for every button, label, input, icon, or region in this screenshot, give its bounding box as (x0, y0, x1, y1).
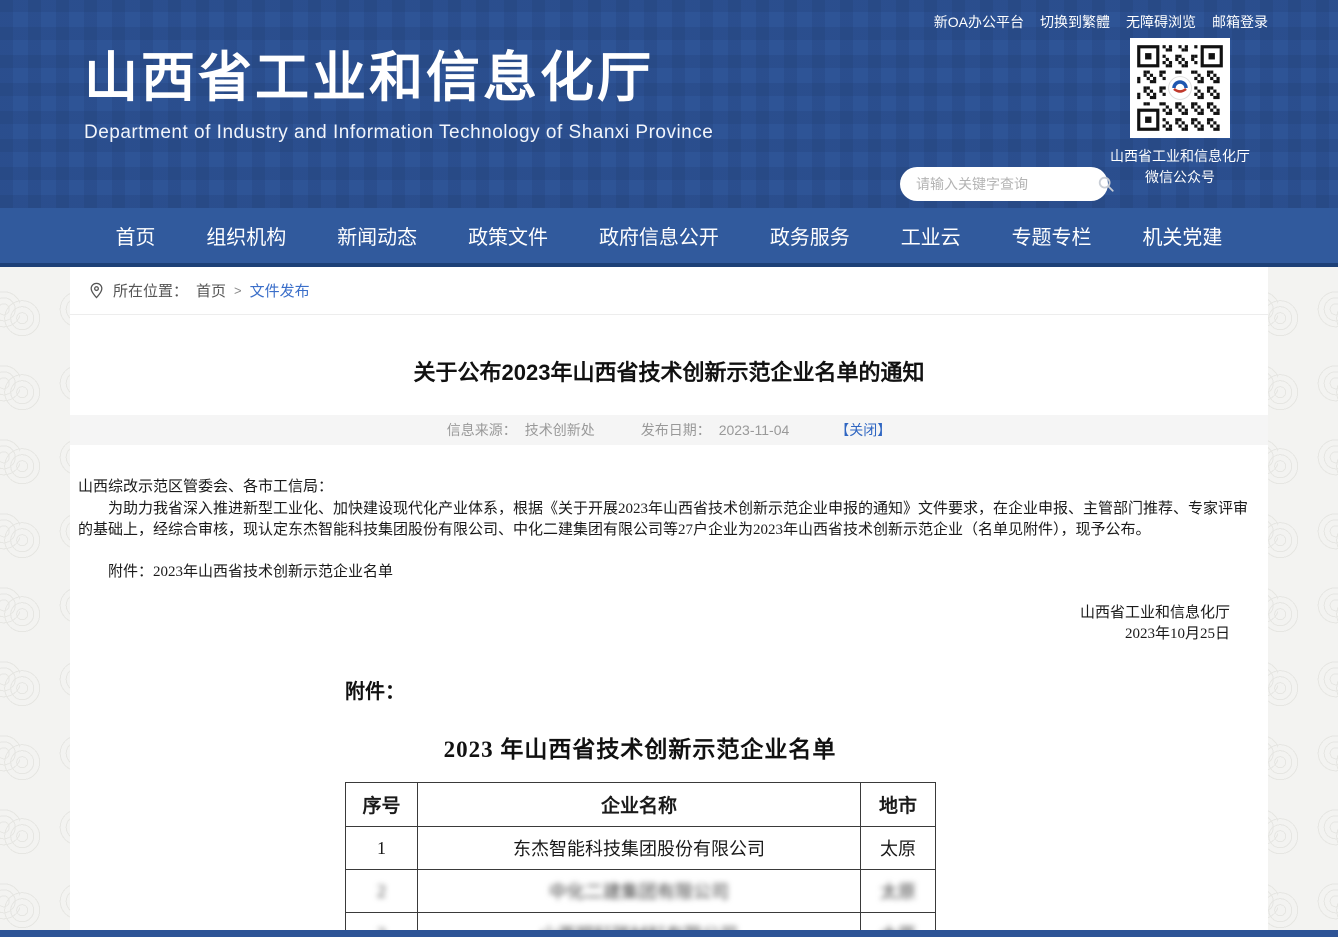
meta-date-value: 2023-11-04 (719, 422, 790, 438)
qr-caption-line2: 微信公众号 (1092, 167, 1268, 188)
table-header-row: 序号 企业名称 地市 (346, 783, 936, 827)
qr-center-logo (1169, 77, 1192, 100)
location-pin-icon (88, 282, 105, 299)
site-subtitle-en: Department of Industry and Information T… (84, 122, 713, 144)
oa-platform-link[interactable]: 新OA办公平台 (934, 12, 1024, 32)
wechat-qr-block: 山西省工业和信息化厅 微信公众号 (1092, 38, 1268, 188)
qr-code (1130, 38, 1230, 138)
table-row: 1 东杰智能科技集团股份有限公司 太原 (346, 827, 936, 870)
breadcrumb-current-link[interactable]: 文件发布 (250, 280, 310, 301)
article-meta: 信息来源： 技术创新处 发布日期： 2023-11-04 【关闭】 (70, 415, 1268, 445)
meta-source-value: 技术创新处 (525, 420, 595, 440)
utility-bar: 新OA办公平台 切换到繁體 无障碍浏览 邮箱登录 (0, 0, 1338, 34)
accessibility-link[interactable]: 无障碍浏览 (1126, 12, 1196, 32)
mail-login-link[interactable]: 邮箱登录 (1212, 12, 1268, 32)
cell-city: 太原 (861, 870, 936, 913)
site-brand: 山西省工业和信息化厅 Department of Industry and In… (84, 46, 713, 144)
attachment-document: 附件： 2023 年山西省技术创新示范企业名单 序号 企业名称 地市 1 东杰智… (70, 675, 1268, 937)
site-search (900, 167, 1108, 201)
cell-city: 太原 (861, 827, 936, 870)
site-header: 新OA办公平台 切换到繁體 无障碍浏览 邮箱登录 山西省工业和信息化厅 Depa… (0, 0, 1338, 208)
nav-item-party-building[interactable]: 机关党建 (1142, 221, 1222, 250)
nav-item-special-topics[interactable]: 专题专栏 (1012, 221, 1092, 250)
breadcrumb-separator: > (234, 283, 242, 298)
article-title: 关于公布2023年山西省技术创新示范企业名单的通知 (70, 355, 1268, 387)
close-article-link[interactable]: 【关闭】 (835, 420, 891, 440)
meta-date-label: 发布日期： (641, 420, 711, 440)
qr-caption-line1: 山西省工业和信息化厅 (1092, 146, 1268, 167)
breadcrumb-home-link[interactable]: 首页 (196, 280, 226, 301)
meta-source-label: 信息来源： (447, 420, 517, 440)
breadcrumb-label: 所在位置： (113, 280, 188, 301)
enterprise-table: 序号 企业名称 地市 1 东杰智能科技集团股份有限公司 太原 2 中化二建集团有… (345, 782, 936, 937)
site-title: 山西省工业和信息化厅 (84, 46, 713, 110)
search-input[interactable] (916, 176, 1097, 192)
nav-item-services[interactable]: 政务服务 (770, 221, 850, 250)
main-nav: 首页 组织机构 新闻动态 政策文件 政府信息公开 政务服务 工业云 专题专栏 机… (0, 208, 1338, 267)
nav-item-gov-info[interactable]: 政府信息公开 (599, 221, 719, 250)
nav-item-industrial-cloud[interactable]: 工业云 (901, 221, 961, 250)
signature-org: 山西省工业和信息化厅 (78, 603, 1230, 624)
signature-block: 山西省工业和信息化厅 2023年10月25日 (78, 603, 1260, 645)
article-paragraph: 为助力我省深入推进新型工业化、加快建设现代化产业体系，根据《关于开展2023年山… (78, 499, 1260, 541)
search-icon[interactable] (1097, 175, 1115, 193)
nav-item-news[interactable]: 新闻动态 (337, 221, 417, 250)
attachment-reference: 附件：2023年山西省技术创新示范企业名单 (78, 562, 1260, 583)
cell-company: 东杰智能科技集团股份有限公司 (418, 827, 861, 870)
cell-no: 1 (346, 827, 418, 870)
traditional-chinese-link[interactable]: 切换到繁體 (1040, 12, 1110, 32)
cell-company: 中化二建集团有限公司 (418, 870, 861, 913)
nav-item-home[interactable]: 首页 (115, 221, 155, 250)
attachment-title: 2023 年山西省技术创新示范企业名单 (345, 730, 935, 764)
article-salutation: 山西综改示范区管委会、各市工信局： (78, 477, 1260, 498)
col-header-city: 地市 (861, 783, 936, 827)
breadcrumb: 所在位置： 首页 > 文件发布 (70, 267, 1268, 315)
col-header-no: 序号 (346, 783, 418, 827)
page: 新OA办公平台 切换到繁體 无障碍浏览 邮箱登录 山西省工业和信息化厅 Depa… (0, 0, 1338, 937)
nav-item-policy[interactable]: 政策文件 (468, 221, 548, 250)
col-header-company: 企业名称 (418, 783, 861, 827)
table-row-blurred: 2 中化二建集团有限公司 太原 (346, 870, 936, 913)
nav-item-organization[interactable]: 组织机构 (206, 221, 286, 250)
attachment-label: 附件： (345, 675, 1268, 704)
article-body: 山西综改示范区管委会、各市工信局： 为助力我省深入推进新型工业化、加快建设现代化… (70, 477, 1268, 645)
cell-no: 2 (346, 870, 418, 913)
footer-top-strip (0, 930, 1338, 937)
signature-date: 2023年10月25日 (78, 624, 1230, 645)
content-area: 所在位置： 首页 > 文件发布 关于公布2023年山西省技术创新示范企业名单的通… (70, 267, 1268, 937)
